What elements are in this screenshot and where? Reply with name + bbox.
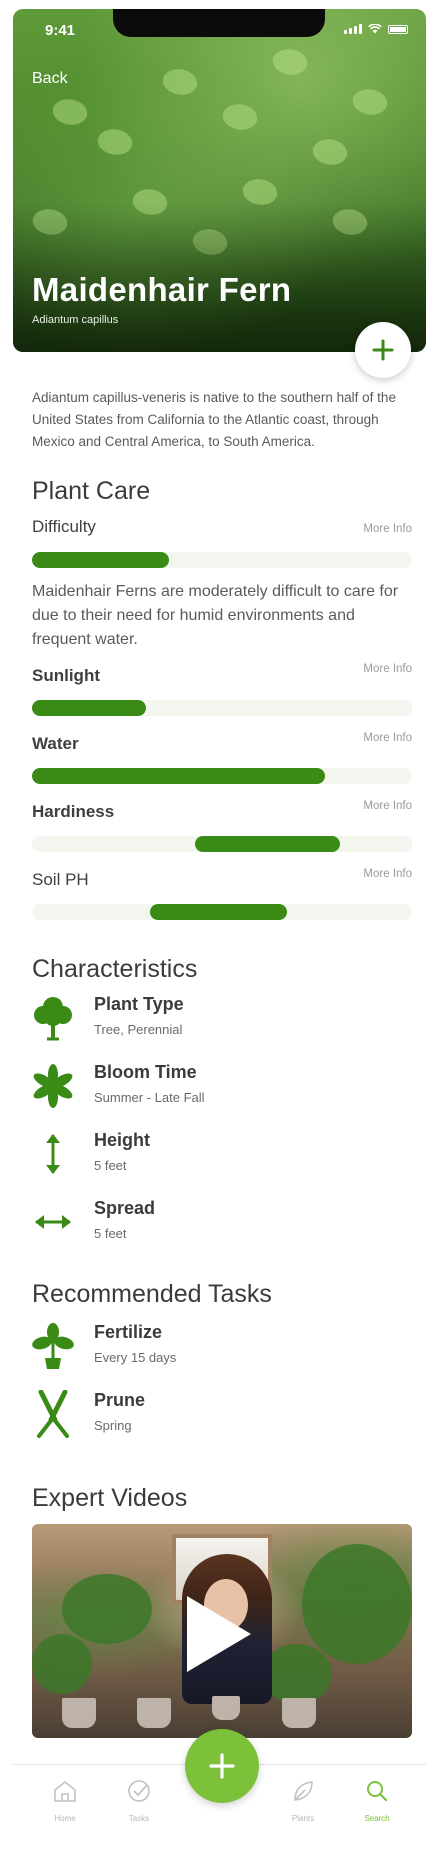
tab-home[interactable]: Home (35, 1779, 95, 1823)
characteristic-bloom-time: Bloom Time Summer - Late Fall (32, 1062, 412, 1122)
soil-ph-bar-fill (149, 904, 287, 920)
hardiness-bar (32, 836, 412, 852)
soil-ph-more-info-link[interactable]: More Info (363, 868, 412, 880)
wifi-icon (368, 24, 382, 34)
device-notch (113, 9, 325, 37)
characteristic-height: Height 5 feet (32, 1130, 412, 1190)
plus-icon (372, 339, 394, 361)
sunlight-label: Sunlight (32, 666, 100, 685)
characteristic-value: Tree, Perennial (94, 1022, 183, 1037)
recommended-tasks-title: Recommended Tasks (32, 1280, 272, 1308)
soil-ph-bar (32, 904, 412, 920)
soil-ph-label: Soil PH (32, 870, 89, 889)
hardiness-bar-fill (195, 836, 340, 852)
tree-icon (32, 994, 74, 1042)
tab-search[interactable]: Search (347, 1779, 407, 1823)
add-button[interactable] (185, 1729, 259, 1803)
difficulty-note: Maidenhair Ferns are moderately difficul… (32, 583, 399, 648)
flower-icon (32, 1062, 74, 1110)
plus-icon (209, 1753, 235, 1779)
expert-videos-title: Expert Videos (32, 1484, 188, 1512)
water-more-info-link[interactable]: More Info (363, 732, 412, 744)
task-title: Prune (94, 1390, 146, 1410)
leaf-icon (294, 1781, 313, 1801)
sprout-pot-icon (32, 1322, 74, 1370)
difficulty-more-info-link[interactable]: More Info (363, 523, 412, 535)
home-icon (54, 1780, 76, 1802)
water-label: Water (32, 734, 79, 753)
tab-label: Tasks (128, 1814, 150, 1823)
characteristic-spread: Spread 5 feet (32, 1198, 412, 1258)
task-fertilize[interactable]: Fertilize Every 15 days (32, 1322, 412, 1382)
sunlight-bar-fill (32, 700, 146, 716)
characteristic-title: Bloom Time (94, 1062, 197, 1082)
signal-icon (344, 24, 362, 34)
water-bar-fill (32, 768, 325, 784)
hero-image: 9:41 Back Maidenhair Fern Adiantum capil… (13, 9, 426, 352)
characteristic-title: Height (94, 1130, 150, 1150)
add-plant-button[interactable] (355, 322, 411, 378)
hardiness-more-info-link[interactable]: More Info (363, 800, 412, 812)
difficulty-bar-fill (32, 552, 169, 568)
characteristic-value: 5 feet (94, 1226, 127, 1241)
tab-label: Search (364, 1814, 390, 1823)
tab-tasks[interactable]: Tasks (109, 1779, 169, 1823)
difficulty-bar (32, 552, 412, 568)
sunlight-bar (32, 700, 412, 716)
characteristics-title: Characteristics (32, 955, 198, 983)
plant-description: Adiantum capillus-veneris is native to t… (32, 390, 396, 449)
task-prune[interactable]: Prune Spring (32, 1390, 412, 1450)
expert-video-thumbnail[interactable] (32, 1524, 412, 1738)
back-button[interactable]: Back (32, 70, 68, 88)
plant-detail-screen: 9:41 Back Maidenhair Fern Adiantum capil… (13, 9, 426, 1847)
check-circle-icon (128, 1780, 150, 1802)
play-icon (187, 1596, 251, 1672)
battery-icon (388, 24, 408, 34)
plant-care-title: Plant Care (32, 477, 151, 505)
tab-label: Home (54, 1814, 76, 1823)
water-bar (32, 768, 412, 784)
task-frequency: Every 15 days (94, 1350, 177, 1365)
sunlight-more-info-link[interactable]: More Info (363, 663, 412, 675)
characteristic-title: Spread (94, 1198, 156, 1218)
search-icon (367, 1781, 388, 1802)
plant-scientific-name: Adiantum capillus (32, 314, 119, 326)
difficulty-label: Difficulty (32, 517, 96, 536)
vertical-arrow-icon (32, 1130, 74, 1178)
hardiness-label: Hardiness (32, 802, 115, 821)
tab-plants[interactable]: Plants (273, 1779, 333, 1823)
tab-label: Plants (291, 1814, 315, 1823)
horizontal-arrow-icon (32, 1198, 74, 1246)
task-title: Fertilize (94, 1322, 163, 1342)
characteristic-value: Summer - Late Fall (94, 1090, 205, 1105)
characteristic-value: 5 feet (94, 1158, 127, 1173)
status-time: 9:41 (45, 22, 76, 39)
characteristic-title: Plant Type (94, 994, 184, 1014)
characteristic-plant-type: Plant Type Tree, Perennial (32, 994, 412, 1054)
status-icons (344, 24, 408, 34)
task-frequency: Spring (94, 1418, 132, 1433)
plant-name: Maidenhair Fern (32, 271, 292, 308)
pruning-shears-icon (32, 1390, 74, 1438)
